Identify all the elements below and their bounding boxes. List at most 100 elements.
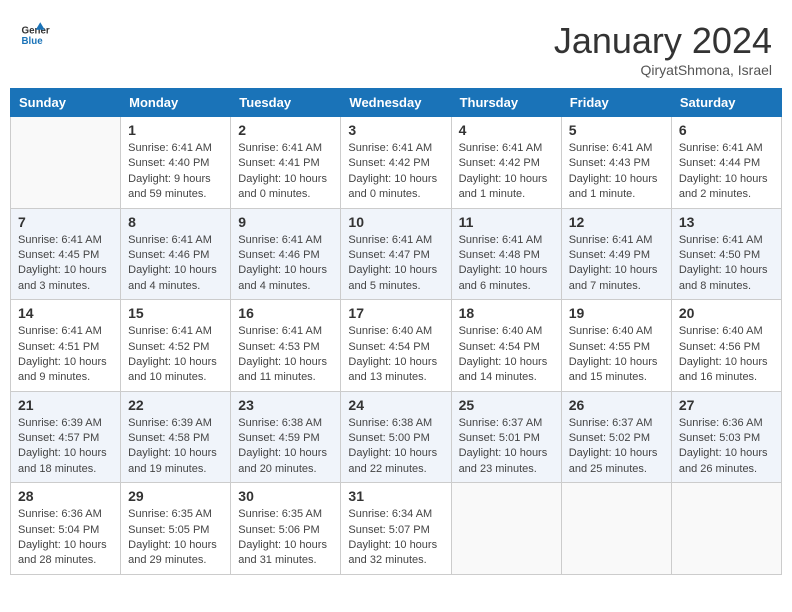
weekday-header-tuesday: Tuesday <box>231 89 341 117</box>
calendar-week-row: 1 Sunrise: 6:41 AM Sunset: 4:40 PM Daylig… <box>11 117 782 209</box>
title-section: January 2024 QiryatShmona, Israel <box>554 20 772 78</box>
day-info: Sunrise: 6:41 AM Sunset: 4:42 PM Dayligh… <box>348 141 443 203</box>
day-info: Sunrise: 6:41 AM Sunset: 4:43 PM Dayligh… <box>569 141 664 203</box>
day-number: 4 <box>459 122 554 138</box>
day-info: Sunrise: 6:41 AM Sunset: 4:53 PM Dayligh… <box>238 324 333 386</box>
calendar-week-row: 14Sunrise: 6:41 AM Sunset: 4:51 PM Dayli… <box>11 300 782 392</box>
day-info: Sunrise: 6:37 AM Sunset: 5:01 PM Dayligh… <box>459 416 554 478</box>
day-info: Sunrise: 6:38 AM Sunset: 5:00 PM Dayligh… <box>348 416 443 478</box>
day-info: Sunrise: 6:41 AM Sunset: 4:50 PM Dayligh… <box>679 233 774 295</box>
weekday-header-wednesday: Wednesday <box>341 89 451 117</box>
calendar-cell: 26 Sunrise: 6:37 AM Sunset: 5:02 PM Dayli… <box>561 391 671 483</box>
calendar-cell: 13 Sunrise: 6:41 AM Sunset: 4:50 PM Dayli… <box>671 208 781 300</box>
calendar-cell: 15 Sunrise: 6:41 AM Sunset: 4:52 PM Dayli… <box>121 300 231 392</box>
calendar-cell: 29Sunrise: 6:35 AM Sunset: 5:05 PM Dayli… <box>121 483 231 575</box>
day-number: 14 <box>18 305 113 321</box>
calendar-cell: 6 Sunrise: 6:41 AM Sunset: 4:44 PM Daylig… <box>671 117 781 209</box>
day-info: Sunrise: 6:39 AM Sunset: 4:57 PM Dayligh… <box>18 416 113 478</box>
weekday-header-sunday: Sunday <box>11 89 121 117</box>
calendar-cell: 23 Sunrise: 6:38 AM Sunset: 4:59 PM Dayli… <box>231 391 341 483</box>
day-info: Sunrise: 6:41 AM Sunset: 4:49 PM Dayligh… <box>569 233 664 295</box>
calendar-cell: 12 Sunrise: 6:41 AM Sunset: 4:49 PM Dayli… <box>561 208 671 300</box>
day-info: Sunrise: 6:37 AM Sunset: 5:02 PM Dayligh… <box>569 416 664 478</box>
day-number: 1 <box>128 122 223 138</box>
day-number: 7 <box>18 214 113 230</box>
day-number: 6 <box>679 122 774 138</box>
calendar-cell: 31 Sunrise: 6:34 AM Sunset: 5:07 PM Dayli… <box>341 483 451 575</box>
calendar-cell: 5 Sunrise: 6:41 AM Sunset: 4:43 PM Daylig… <box>561 117 671 209</box>
day-info: Sunrise: 6:41 AM Sunset: 4:40 PM Dayligh… <box>128 141 223 203</box>
day-info: Sunrise: 6:40 AM Sunset: 4:54 PM Dayligh… <box>459 324 554 386</box>
day-info: Sunrise: 6:41 AM Sunset: 4:41 PM Dayligh… <box>238 141 333 203</box>
calendar-cell: 17 Sunrise: 6:40 AM Sunset: 4:54 PM Dayli… <box>341 300 451 392</box>
calendar-week-row: 21 Sunrise: 6:39 AM Sunset: 4:57 PM Dayli… <box>11 391 782 483</box>
day-number: 5 <box>569 122 664 138</box>
day-number: 24 <box>348 397 443 413</box>
calendar-cell <box>561 483 671 575</box>
weekday-header-monday: Monday <box>121 89 231 117</box>
day-number: 8 <box>128 214 223 230</box>
svg-text:Blue: Blue <box>22 36 44 47</box>
day-number: 15 <box>128 305 223 321</box>
day-number: 27 <box>679 397 774 413</box>
calendar-cell: 18 Sunrise: 6:40 AM Sunset: 4:54 PM Dayli… <box>451 300 561 392</box>
day-number: 26 <box>569 397 664 413</box>
day-info: Sunrise: 6:34 AM Sunset: 5:07 PM Dayligh… <box>348 507 443 569</box>
calendar-cell: 7 Sunrise: 6:41 AM Sunset: 4:45 PM Daylig… <box>11 208 121 300</box>
day-number: 22 <box>128 397 223 413</box>
calendar-table: SundayMondayTuesdayWednesdayThursdayFrid… <box>10 88 782 575</box>
svg-text:General: General <box>22 26 51 37</box>
day-number: 20 <box>679 305 774 321</box>
day-number: 19 <box>569 305 664 321</box>
calendar-cell: 27Sunrise: 6:36 AM Sunset: 5:03 PM Dayli… <box>671 391 781 483</box>
day-info: Sunrise: 6:41 AM Sunset: 4:45 PM Dayligh… <box>18 233 113 295</box>
day-info: Sunrise: 6:41 AM Sunset: 4:44 PM Dayligh… <box>679 141 774 203</box>
day-number: 23 <box>238 397 333 413</box>
day-info: Sunrise: 6:38 AM Sunset: 4:59 PM Dayligh… <box>238 416 333 478</box>
day-number: 25 <box>459 397 554 413</box>
day-number: 17 <box>348 305 443 321</box>
calendar-week-row: 28Sunrise: 6:36 AM Sunset: 5:04 PM Dayli… <box>11 483 782 575</box>
day-info: Sunrise: 6:40 AM Sunset: 4:56 PM Dayligh… <box>679 324 774 386</box>
day-number: 9 <box>238 214 333 230</box>
month-title: January 2024 <box>554 20 772 62</box>
calendar-cell: 16 Sunrise: 6:41 AM Sunset: 4:53 PM Dayli… <box>231 300 341 392</box>
calendar-cell: 14Sunrise: 6:41 AM Sunset: 4:51 PM Dayli… <box>11 300 121 392</box>
day-info: Sunrise: 6:40 AM Sunset: 4:54 PM Dayligh… <box>348 324 443 386</box>
day-info: Sunrise: 6:40 AM Sunset: 4:55 PM Dayligh… <box>569 324 664 386</box>
calendar-cell: 10 Sunrise: 6:41 AM Sunset: 4:47 PM Dayli… <box>341 208 451 300</box>
day-number: 13 <box>679 214 774 230</box>
day-info: Sunrise: 6:41 AM Sunset: 4:52 PM Dayligh… <box>128 324 223 386</box>
day-number: 18 <box>459 305 554 321</box>
weekday-header-row: SundayMondayTuesdayWednesdayThursdayFrid… <box>11 89 782 117</box>
day-info: Sunrise: 6:39 AM Sunset: 4:58 PM Dayligh… <box>128 416 223 478</box>
calendar-cell <box>671 483 781 575</box>
calendar-cell: 8 Sunrise: 6:41 AM Sunset: 4:46 PM Daylig… <box>121 208 231 300</box>
page-header: General Blue January 2024 QiryatShmona, … <box>10 10 782 83</box>
weekday-header-friday: Friday <box>561 89 671 117</box>
calendar-cell: 2Sunrise: 6:41 AM Sunset: 4:41 PM Daylig… <box>231 117 341 209</box>
logo: General Blue <box>20 20 52 50</box>
day-number: 29 <box>128 488 223 504</box>
calendar-cell: 28Sunrise: 6:36 AM Sunset: 5:04 PM Dayli… <box>11 483 121 575</box>
day-info: Sunrise: 6:41 AM Sunset: 4:46 PM Dayligh… <box>128 233 223 295</box>
day-number: 3 <box>348 122 443 138</box>
day-number: 30 <box>238 488 333 504</box>
calendar-cell: 25 Sunrise: 6:37 AM Sunset: 5:01 PM Dayli… <box>451 391 561 483</box>
weekday-header-saturday: Saturday <box>671 89 781 117</box>
day-info: Sunrise: 6:41 AM Sunset: 4:42 PM Dayligh… <box>459 141 554 203</box>
calendar-cell: 4 Sunrise: 6:41 AM Sunset: 4:42 PM Daylig… <box>451 117 561 209</box>
day-number: 12 <box>569 214 664 230</box>
calendar-cell: 1 Sunrise: 6:41 AM Sunset: 4:40 PM Daylig… <box>121 117 231 209</box>
day-number: 10 <box>348 214 443 230</box>
day-info: Sunrise: 6:36 AM Sunset: 5:04 PM Dayligh… <box>18 507 113 569</box>
day-number: 21 <box>18 397 113 413</box>
day-number: 31 <box>348 488 443 504</box>
day-info: Sunrise: 6:41 AM Sunset: 4:46 PM Dayligh… <box>238 233 333 295</box>
calendar-cell <box>11 117 121 209</box>
day-number: 16 <box>238 305 333 321</box>
calendar-cell: 19 Sunrise: 6:40 AM Sunset: 4:55 PM Dayli… <box>561 300 671 392</box>
day-info: Sunrise: 6:41 AM Sunset: 4:47 PM Dayligh… <box>348 233 443 295</box>
calendar-cell: 22 Sunrise: 6:39 AM Sunset: 4:58 PM Dayli… <box>121 391 231 483</box>
weekday-header-thursday: Thursday <box>451 89 561 117</box>
